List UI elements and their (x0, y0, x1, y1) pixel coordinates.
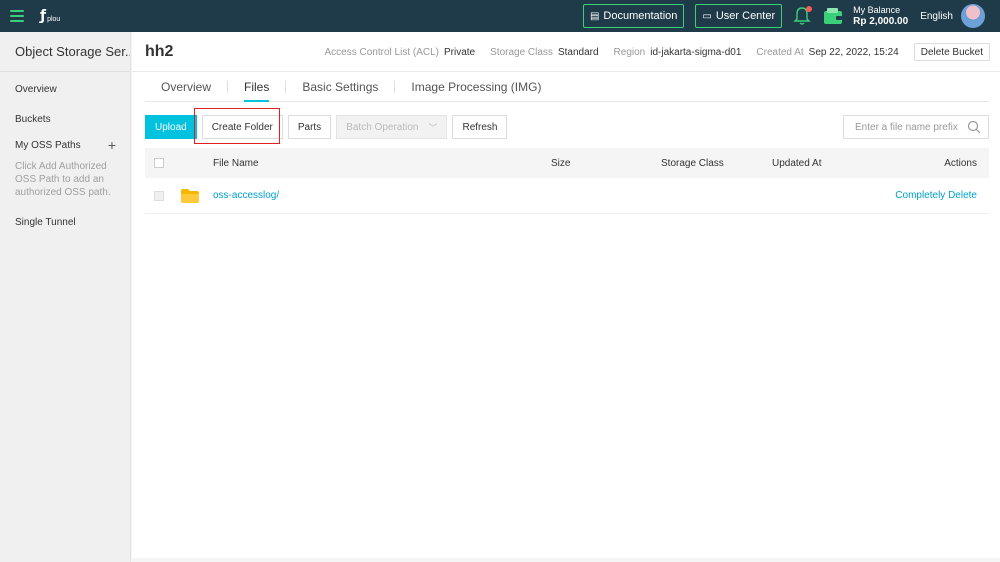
batch-operation-dropdown[interactable]: Batch Operation ﹀ (336, 115, 448, 139)
sidebar: Object Storage Ser... Overview Buckets M… (0, 32, 131, 562)
sidebar-item-single-tunnel[interactable]: Single Tunnel (0, 213, 130, 233)
refresh-button[interactable]: Refresh (452, 115, 508, 139)
file-table: File Name Size Storage Class Updated At … (145, 148, 989, 214)
avatar[interactable] (961, 4, 985, 28)
tab-basic-settings[interactable]: Basic Settings (286, 72, 394, 102)
search-input[interactable]: Enter a file name prefix (843, 115, 989, 139)
parts-button[interactable]: Parts (287, 115, 332, 139)
created-label: Created At (756, 46, 804, 58)
delete-bucket-button[interactable]: Delete Bucket (913, 43, 990, 61)
created-value: Sep 22, 2022, 15:24 (808, 46, 899, 58)
logo-text: plou (47, 15, 61, 23)
tab-overview[interactable]: Overview (145, 72, 227, 102)
column-actions: Actions (944, 157, 977, 169)
sidebar-item-buckets[interactable]: Buckets (0, 110, 130, 130)
folder-icon (181, 189, 199, 203)
acl-value: Private (444, 46, 476, 58)
notification-dot (806, 6, 813, 12)
sidebar-item-overview[interactable]: Overview (0, 80, 130, 100)
upload-button[interactable]: Upload (145, 115, 197, 139)
balance-label: My Balance (853, 5, 901, 15)
documentation-label: Documentation (603, 10, 678, 22)
page-title: hh2 (145, 42, 174, 60)
wallet-icon[interactable] (823, 7, 843, 25)
bucket-header: hh2 Access Control List (ACL) Private St… (132, 32, 1000, 72)
bucket-meta: Access Control List (ACL) Private Storag… (325, 32, 990, 72)
tab-image-processing[interactable]: Image Processing (IMG) (395, 72, 557, 102)
batch-operation-label: Batch Operation (346, 121, 419, 133)
storage-class-label: Storage Class (490, 46, 553, 58)
add-path-icon[interactable]: + (108, 136, 116, 156)
region-value: id-jakarta-sigma-d01 (650, 46, 742, 58)
select-all-checkbox[interactable] (154, 158, 164, 168)
balance[interactable]: My Balance Rp 2,000.00 (853, 5, 908, 27)
sidebar-title: Object Storage Ser... (0, 32, 130, 72)
user-center-button[interactable]: ▭ User Center (695, 4, 783, 28)
book-icon: ▤ (589, 10, 600, 22)
row-checkbox[interactable] (154, 190, 164, 201)
acl-label: Access Control List (ACL) (324, 46, 439, 58)
notification-bell[interactable] (793, 6, 813, 26)
search-icon[interactable] (967, 120, 981, 134)
column-updated-at: Updated At (772, 157, 822, 169)
monitor-icon: ▭ (702, 10, 712, 22)
logo-mark: ƒ (40, 8, 47, 24)
top-navigation-bar: ƒ plou ▤ Documentation ▭ User Center My … (0, 0, 1000, 32)
language-selector[interactable]: English (920, 11, 953, 22)
logo[interactable]: ƒ plou (40, 9, 60, 23)
column-storage-class: Storage Class (661, 157, 724, 169)
table-row: oss-accesslog/ Completely Delete (145, 178, 989, 214)
documentation-button[interactable]: ▤ Documentation (582, 4, 685, 28)
search-placeholder: Enter a file name prefix (855, 121, 958, 133)
topbar-actions: ▤ Documentation ▭ User Center My Balance… (582, 0, 1000, 32)
balance-amount: Rp 2,000.00 (853, 16, 909, 27)
file-toolbar: Upload Create Folder Parts Batch Operati… (145, 115, 989, 139)
sidebar-item-label: My OSS Paths (15, 140, 81, 151)
oss-path-hint: Click Add Authorized OSS Path to add an … (15, 161, 111, 198)
chevron-down-icon: ﹀ (428, 122, 438, 133)
menu-icon[interactable] (10, 10, 24, 22)
table-header: File Name Size Storage Class Updated At … (145, 148, 989, 178)
column-size: Size (551, 157, 571, 169)
completely-delete-link[interactable]: Completely Delete (895, 190, 977, 201)
create-folder-button[interactable]: Create Folder (201, 115, 283, 139)
sidebar-item-my-oss-paths[interactable]: My OSS Paths + (0, 136, 130, 156)
storage-class-value: Standard (557, 46, 599, 58)
main-content: hh2 Access Control List (ACL) Private St… (132, 32, 1000, 558)
region-label: Region (613, 46, 646, 58)
file-name-link[interactable]: oss-accesslog/ (213, 190, 279, 201)
tab-bar: Overview Files Basic Settings Image Proc… (145, 72, 989, 102)
column-file-name: File Name (213, 157, 259, 169)
tab-files[interactable]: Files (228, 72, 285, 102)
user-center-label: User Center (715, 10, 776, 22)
